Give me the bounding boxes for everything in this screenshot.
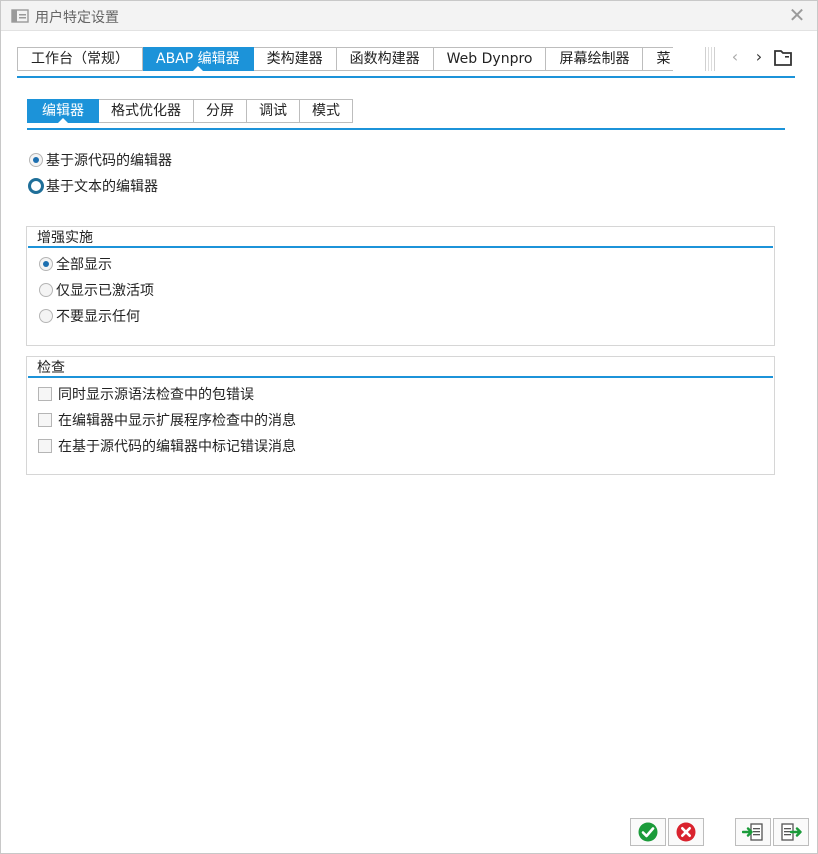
sub-tab-bar: 编辑器 格式优化器 分屏 调试 模式 xyxy=(27,99,353,123)
tab-overflow-indicator xyxy=(705,47,715,71)
checkbox-package-errors[interactable] xyxy=(38,387,52,401)
radio-show-all[interactable] xyxy=(39,257,53,271)
radio-source-editor[interactable] xyxy=(29,153,43,167)
enhancement-group-title: 增强实施 xyxy=(37,230,93,246)
radio-row-show-none[interactable]: 不要显示任何 xyxy=(39,305,140,327)
import-settings-icon xyxy=(742,823,763,841)
tab-function-builder[interactable]: 函数构建器 xyxy=(336,47,434,71)
import-button[interactable] xyxy=(735,818,771,846)
radio-text-editor[interactable] xyxy=(28,178,44,194)
subtab-pattern[interactable]: 模式 xyxy=(300,99,353,123)
tab-class-builder[interactable]: 类构建器 xyxy=(253,47,337,71)
radio-show-active[interactable] xyxy=(39,283,53,297)
chevron-left-icon[interactable]: ‹ xyxy=(727,47,743,69)
sub-tab-underline xyxy=(27,128,785,130)
checkbox-row-package-errors[interactable]: 同时显示源语法检查中的包错误 xyxy=(38,383,254,405)
checkbox-package-errors-label: 同时显示源语法检查中的包错误 xyxy=(58,387,254,403)
radio-show-active-label: 仅显示已激活项 xyxy=(56,283,154,299)
export-settings-icon xyxy=(781,823,802,841)
x-circle-icon xyxy=(676,822,696,842)
settings-window-icon xyxy=(11,9,29,23)
title-bar: 用户特定设置 ✕ xyxy=(1,1,817,31)
tab-abap-editor[interactable]: ABAP 编辑器 xyxy=(143,47,254,71)
radio-row-show-all[interactable]: 全部显示 xyxy=(39,253,112,275)
radio-row-text-editor[interactable]: 基于文本的编辑器 xyxy=(28,175,158,197)
chevron-right-icon[interactable]: › xyxy=(751,47,767,69)
subtab-split-screen[interactable]: 分屏 xyxy=(194,99,247,123)
checkbox-extended-check[interactable] xyxy=(38,413,52,427)
tab-menu-painter[interactable]: 菜 xyxy=(643,47,674,71)
settings-dialog: 用户特定设置 ✕ 工作台（常规） ABAP 编辑器 类构建器 函数构建器 Web… xyxy=(0,0,818,854)
radio-show-none[interactable] xyxy=(39,309,53,323)
window-title: 用户特定设置 xyxy=(35,10,119,26)
radio-text-editor-label: 基于文本的编辑器 xyxy=(46,179,158,195)
tab-screen-painter[interactable]: 屏幕绘制器 xyxy=(546,47,644,71)
checkbox-extended-check-label: 在编辑器中显示扩展程序检查中的消息 xyxy=(58,413,296,429)
tab-list-icon[interactable] xyxy=(773,49,793,67)
top-tab-bar: 工作台（常规） ABAP 编辑器 类构建器 函数构建器 Web Dynpro 屏… xyxy=(17,47,674,71)
cancel-button[interactable] xyxy=(668,818,704,846)
checkbox-row-extended-check[interactable]: 在编辑器中显示扩展程序检查中的消息 xyxy=(38,409,296,431)
close-icon[interactable]: ✕ xyxy=(787,5,807,25)
subtab-pretty-printer[interactable]: 格式优化器 xyxy=(99,99,194,123)
export-button[interactable] xyxy=(773,818,809,846)
radio-source-editor-label: 基于源代码的编辑器 xyxy=(46,153,172,169)
radio-show-none-label: 不要显示任何 xyxy=(56,309,140,325)
radio-show-all-label: 全部显示 xyxy=(56,257,112,273)
enhancement-group-underline xyxy=(28,246,773,248)
checkbox-mark-errors[interactable] xyxy=(38,439,52,453)
tab-workbench[interactable]: 工作台（常规） xyxy=(17,47,143,71)
radio-row-source-editor[interactable]: 基于源代码的编辑器 xyxy=(29,149,172,171)
check-circle-icon xyxy=(638,822,658,842)
check-group-title: 检查 xyxy=(37,360,65,376)
radio-row-show-active[interactable]: 仅显示已激活项 xyxy=(39,279,154,301)
subtab-debugging[interactable]: 调试 xyxy=(247,99,300,123)
check-group-underline xyxy=(28,376,773,378)
top-tab-underline xyxy=(17,76,795,78)
tab-web-dynpro[interactable]: Web Dynpro xyxy=(433,47,547,71)
confirm-button[interactable] xyxy=(630,818,666,846)
checkbox-row-mark-errors[interactable]: 在基于源代码的编辑器中标记错误消息 xyxy=(38,435,296,457)
subtab-editor[interactable]: 编辑器 xyxy=(27,99,99,123)
checkbox-mark-errors-label: 在基于源代码的编辑器中标记错误消息 xyxy=(58,439,296,455)
